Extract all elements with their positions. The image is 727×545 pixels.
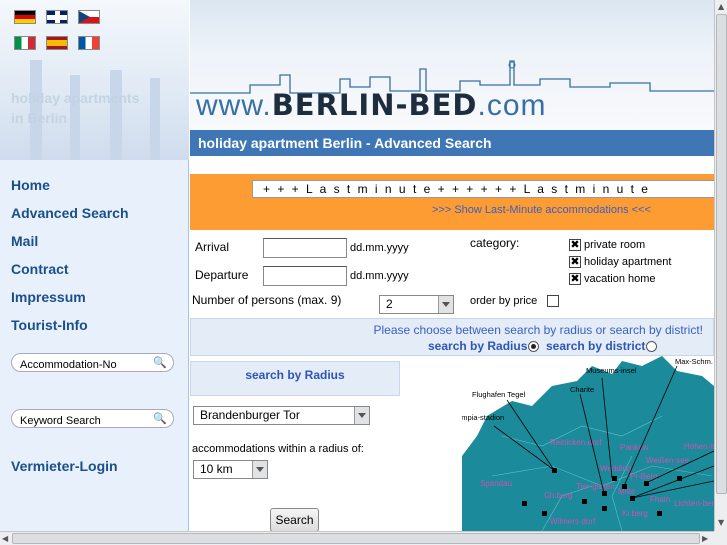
- chevron-down-icon[interactable]: [252, 461, 267, 478]
- nav-mail[interactable]: Mail: [11, 231, 129, 259]
- map-label-charite: Charite: [570, 385, 594, 394]
- keyword-search-input[interactable]: Keyword Search 🔍: [11, 409, 174, 428]
- radius-select[interactable]: 10 km: [193, 460, 268, 479]
- holiday-apartment-checkbox[interactable]: ✖: [569, 256, 581, 268]
- map-label-spandau: Spandau: [480, 479, 512, 488]
- map-label-weissensee: Weißen-see: [646, 456, 690, 465]
- flag-german-icon[interactable]: [14, 10, 36, 24]
- radius-value: 10 km: [200, 462, 233, 476]
- keyword-search-placeholder: Keyword Search: [20, 415, 101, 427]
- main-content: + + + L a s t m i n u t e + + + + + + L …: [190, 156, 714, 531]
- map-label-olympiastadion: Olympia-stadion: [462, 413, 504, 422]
- flag-english-icon[interactable]: [46, 10, 68, 24]
- nav-tourist-info[interactable]: Tourist-Info: [11, 315, 129, 343]
- main-navigation: Home Advanced Search Mail Contract Impre…: [11, 175, 129, 343]
- accommodation-no-placeholder: Accommodation-No: [20, 359, 117, 371]
- arrival-input[interactable]: [263, 238, 347, 258]
- vacation-home-label: vacation home: [584, 273, 656, 285]
- departure-label: Departure: [195, 268, 249, 282]
- map-label-tiergarten: Tier-garten: [576, 482, 615, 491]
- tagline-line-2: in Berlin: [11, 110, 68, 126]
- horizontal-scroll-thumb[interactable]: [12, 533, 700, 544]
- location-value: Brandenburger Tor: [200, 408, 300, 422]
- map-label-max-schmeling-halle: Max-Schm. Halle: [675, 357, 714, 366]
- search-icon[interactable]: 🔍: [153, 356, 167, 369]
- lastminute-panel: + + + L a s t m i n u t e + + + + + + L …: [190, 174, 714, 230]
- search-icon[interactable]: 🔍: [153, 412, 167, 425]
- category-label: category:: [470, 236, 520, 250]
- left-sidebar: holiday apartments in Berlin Home Advanc…: [0, 0, 189, 545]
- map-label-flughafen-tegel: Flughafen Tegel: [472, 390, 526, 399]
- radius-option-label[interactable]: search by Radius: [428, 339, 527, 353]
- district-option-label[interactable]: search by district: [546, 339, 645, 353]
- map-label-pankow: Pankow: [620, 443, 649, 452]
- nav-contract[interactable]: Contract: [11, 259, 129, 287]
- map-label-hohenhausen: Hohen-hausen: [684, 442, 714, 451]
- flag-french-icon[interactable]: [78, 36, 100, 50]
- brand-suffix: .com: [477, 89, 547, 122]
- private-room-label: private room: [584, 239, 646, 251]
- tagline-line-1: holiday apartments: [11, 90, 140, 106]
- ghost-column: [150, 78, 160, 160]
- site-header: www.BERLIN-BED.com: [190, 0, 714, 130]
- district-radio[interactable]: [646, 341, 657, 352]
- vertical-scrollbar[interactable]: ▲ ▼: [714, 0, 727, 531]
- search-mode-panel: Please choose between search by radius o…: [190, 318, 714, 356]
- holiday-apartment-label: holiday apartment: [584, 256, 672, 268]
- map-label-fhain: Fhain: [650, 495, 670, 504]
- persons-select[interactable]: 2: [379, 295, 454, 314]
- horizontal-scrollbar[interactable]: ◀ ▶: [0, 531, 714, 545]
- radius-radio[interactable]: [528, 341, 539, 352]
- vertical-scroll-thumb[interactable]: [716, 14, 727, 494]
- brand-prefix: www.: [196, 89, 272, 122]
- nav-impressum[interactable]: Impressum: [11, 287, 129, 315]
- location-select[interactable]: Brandenburger Tor: [193, 406, 370, 425]
- search-button[interactable]: Search: [270, 508, 319, 531]
- search-mode-instruction: Please choose between search by radius o…: [373, 323, 703, 337]
- order-by-price-checkbox[interactable]: [547, 295, 559, 307]
- chevron-down-icon[interactable]: [438, 296, 453, 313]
- page-title: holiday apartment Berlin - Advanced Sear…: [190, 130, 714, 156]
- radius-label: accommodations within a radius of:: [192, 443, 364, 455]
- radius-search-panel: search by Radius: [190, 361, 400, 396]
- scroll-up-icon[interactable]: ▲: [718, 2, 724, 11]
- persons-value: 2: [386, 297, 393, 311]
- berlin-district-map[interactable]: Reinicken-dorf Pankow Weißen-see Hohen-h…: [462, 356, 714, 531]
- order-by-price-label: order by price: [470, 295, 538, 307]
- scroll-right-icon[interactable]: ▶: [702, 534, 708, 543]
- departure-input[interactable]: [263, 266, 347, 286]
- flag-italian-icon[interactable]: [14, 36, 36, 50]
- site-logo[interactable]: www.BERLIN-BED.com: [196, 88, 547, 123]
- arrival-label: Arrival: [195, 240, 230, 254]
- scroll-down-icon[interactable]: ▼: [718, 518, 724, 527]
- departure-format-hint: dd.mm.yyyy: [350, 270, 409, 282]
- flag-spanish-icon[interactable]: [46, 36, 68, 50]
- map-label-lichtenberg: Lichten-berg: [674, 499, 714, 508]
- vacation-home-checkbox[interactable]: ✖: [569, 273, 581, 285]
- flag-header-panel: holiday apartments in Berlin: [0, 0, 189, 160]
- persons-label: Number of persons (max. 9): [192, 293, 342, 307]
- chevron-down-icon[interactable]: [354, 407, 369, 424]
- map-label-krberg: Kr.berg: [622, 509, 648, 518]
- nav-advanced-search[interactable]: Advanced Search: [11, 203, 129, 231]
- map-label-museumsinsel: Museums-insel: [586, 366, 637, 375]
- map-label-reinickendorf: Reinicken-dorf: [550, 438, 602, 447]
- lastminute-ticker: + + + L a s t m i n u t e + + + + + + L …: [252, 180, 714, 198]
- map-label-wedding: Wedding: [600, 464, 631, 473]
- radius-search-title: search by Radius: [245, 368, 345, 382]
- nav-home[interactable]: Home: [11, 175, 129, 203]
- brand-main: BERLIN-BED: [271, 88, 478, 122]
- accommodation-no-input[interactable]: Accommodation-No 🔍: [11, 353, 174, 372]
- map-label-chburg: Ch.burg: [544, 491, 572, 500]
- vermieter-login-link[interactable]: Vermieter-Login: [11, 458, 118, 474]
- arrival-format-hint: dd.mm.yyyy: [350, 242, 409, 254]
- private-room-checkbox[interactable]: ✖: [569, 239, 581, 251]
- flag-czech-icon[interactable]: [78, 10, 100, 24]
- map-label-wilmersdorf: Wilmers-dorf: [550, 517, 596, 526]
- scroll-left-icon[interactable]: ◀: [2, 534, 8, 543]
- show-lastminute-link[interactable]: >>> Show Last-Minute accommodations <<<: [432, 204, 651, 216]
- sidebar-tagline: holiday apartments in Berlin: [11, 88, 139, 128]
- scrollbar-corner: [714, 531, 727, 545]
